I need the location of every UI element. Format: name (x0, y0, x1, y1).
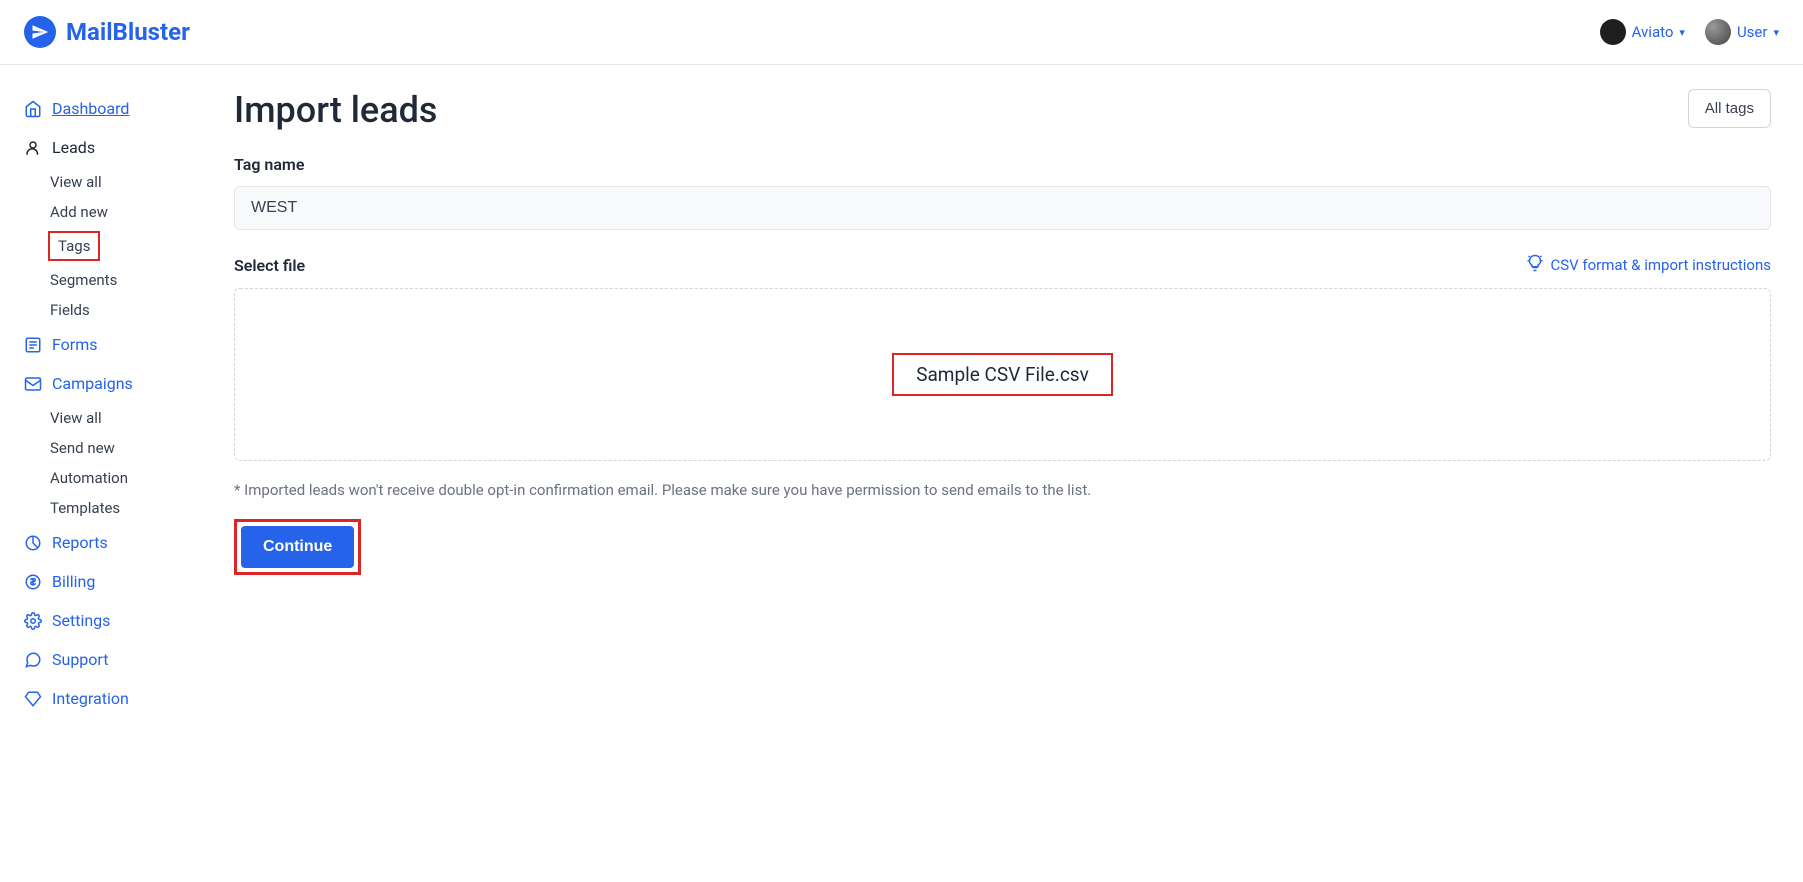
nav-campaigns-label: Campaigns (52, 374, 133, 393)
nav-campaigns-templates[interactable]: Templates (24, 493, 210, 523)
page-title: Import leads (234, 89, 437, 131)
nav-leads-fields[interactable]: Fields (24, 295, 210, 325)
nav-dashboard[interactable]: Dashboard (24, 89, 210, 128)
main-content: Import leads All tags Tag name Select fi… (210, 65, 1803, 742)
nav-support-label: Support (52, 650, 108, 669)
csv-link-text: CSV format & import instructions (1550, 256, 1771, 274)
nav-billing[interactable]: Billing (24, 562, 210, 601)
nav-leads-tags[interactable]: Tags (48, 231, 100, 261)
select-file-label: Select file (234, 256, 305, 275)
all-tags-button[interactable]: All tags (1688, 89, 1771, 128)
disclaimer-text: * Imported leads won't receive double op… (234, 481, 1771, 499)
logo-icon (24, 16, 56, 48)
uploaded-file-name: Sample CSV File.csv (892, 353, 1113, 396)
nav-campaigns-view-all[interactable]: View all (24, 403, 210, 433)
nav-reports-label: Reports (52, 533, 108, 552)
file-dropzone[interactable]: Sample CSV File.csv (234, 288, 1771, 461)
nav-campaigns[interactable]: Campaigns (24, 364, 210, 403)
chevron-down-icon: ▾ (1773, 26, 1779, 39)
org-avatar (1600, 19, 1626, 45)
csv-instructions-link[interactable]: CSV format & import instructions (1526, 254, 1771, 276)
nav-reports[interactable]: Reports (24, 523, 210, 562)
sidebar: Dashboard Leads View all Add new Tags Se… (0, 65, 210, 742)
user-avatar (1705, 19, 1731, 45)
nav-forms[interactable]: Forms (24, 325, 210, 364)
nav-leads-view-all[interactable]: View all (24, 167, 210, 197)
user-menu[interactable]: User ▾ (1705, 19, 1779, 45)
gear-icon (24, 612, 42, 630)
tag-name-label: Tag name (234, 155, 1771, 174)
chevron-down-icon: ▾ (1679, 26, 1685, 39)
tag-name-input[interactable] (234, 186, 1771, 230)
nav-forms-label: Forms (52, 335, 98, 354)
continue-highlight: Continue (234, 519, 361, 575)
dollar-icon (24, 573, 42, 591)
nav-leads-label: Leads (52, 138, 95, 157)
chart-icon (24, 534, 42, 552)
nav-campaigns-automation[interactable]: Automation (24, 463, 210, 493)
nav-integration-label: Integration (52, 689, 129, 708)
nav-integration[interactable]: Integration (24, 679, 210, 718)
org-name: Aviato (1632, 23, 1674, 41)
form-icon (24, 336, 42, 354)
nav-leads-add-new[interactable]: Add new (24, 197, 210, 227)
nav-support[interactable]: Support (24, 640, 210, 679)
diamond-icon (24, 690, 42, 708)
nav-dashboard-label: Dashboard (52, 99, 129, 118)
nav-leads[interactable]: Leads (24, 128, 210, 167)
envelope-icon (24, 375, 42, 393)
brand-name: MailBluster (66, 18, 190, 46)
user-icon (24, 139, 42, 157)
nav-leads-segments[interactable]: Segments (24, 265, 210, 295)
nav-billing-label: Billing (52, 572, 95, 591)
chat-icon (24, 651, 42, 669)
brand-logo[interactable]: MailBluster (24, 16, 190, 48)
bulb-icon (1526, 254, 1544, 276)
nav-settings[interactable]: Settings (24, 601, 210, 640)
home-icon (24, 100, 42, 118)
nav-settings-label: Settings (52, 611, 110, 630)
nav-campaigns-send-new[interactable]: Send new (24, 433, 210, 463)
user-name: User (1737, 23, 1768, 41)
continue-button[interactable]: Continue (241, 526, 354, 568)
org-switcher[interactable]: Aviato ▾ (1600, 19, 1685, 45)
